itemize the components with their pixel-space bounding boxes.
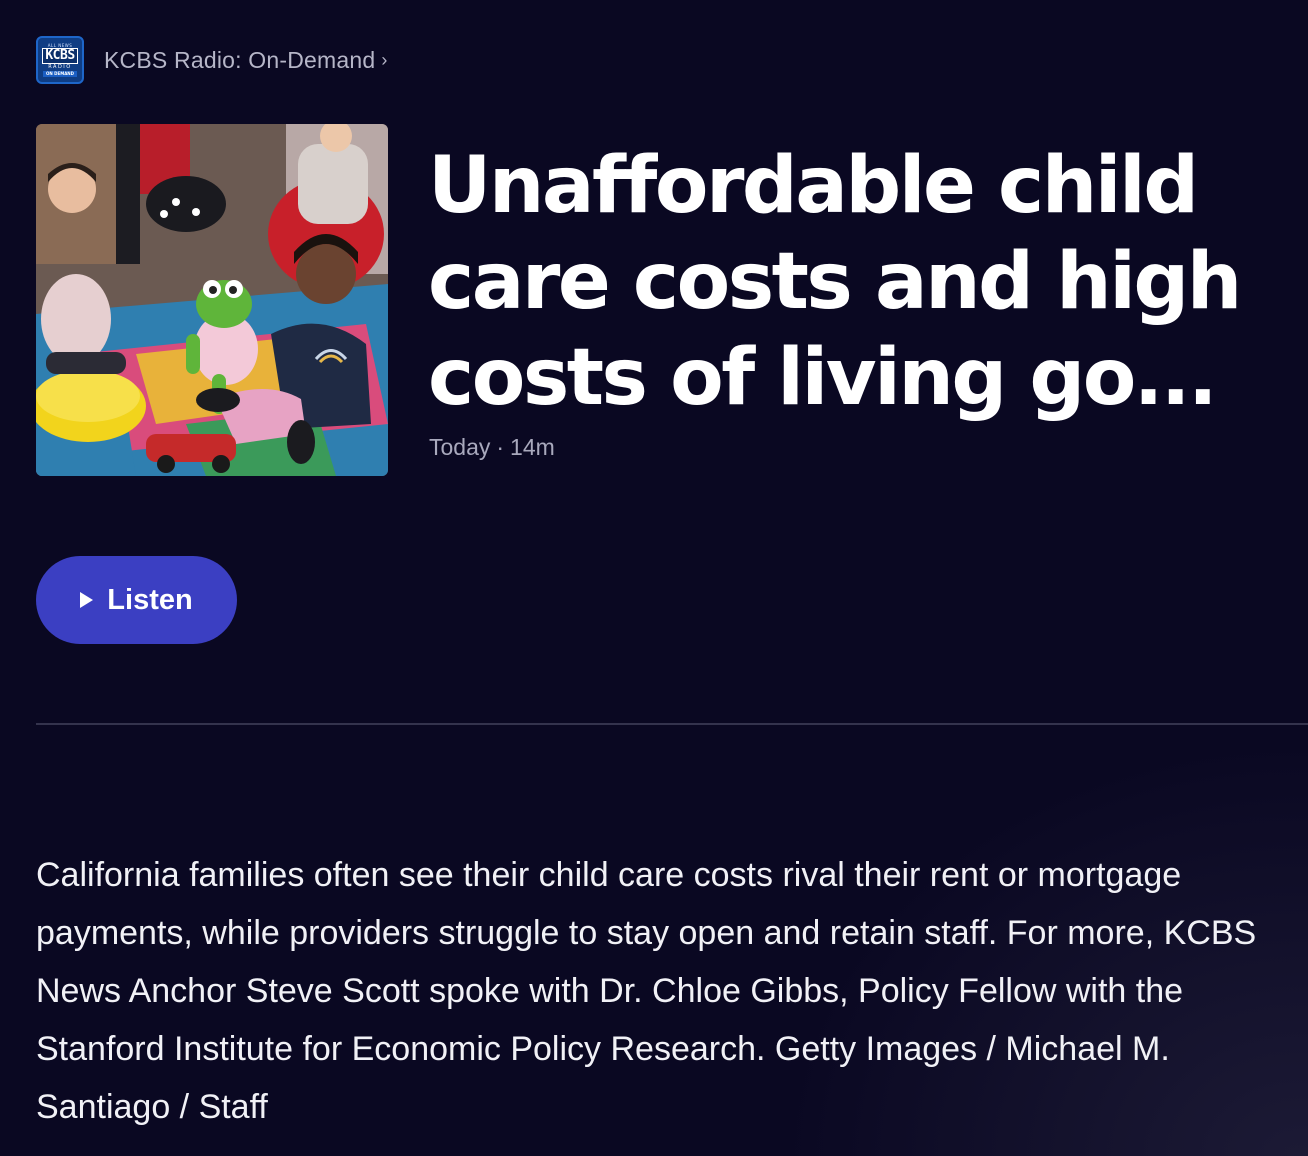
episode-duration: 14m <box>510 434 555 460</box>
episode-title: Unaffordable child care costs and high c… <box>428 141 1242 423</box>
listen-label: Listen <box>107 583 193 616</box>
section-divider <box>36 723 1308 725</box>
episode-date: Today <box>429 434 491 460</box>
episode-artwork-image <box>36 124 388 476</box>
listen-button[interactable]: Listen <box>36 556 237 644</box>
episode-description: California families often see their chil… <box>36 856 1257 1126</box>
podcast-link[interactable]: ALL NEWS KCBS RADIO ON DEMAND KCBS Radio… <box>36 36 387 84</box>
podcast-name: KCBS Radio: On-Demand <box>104 46 376 73</box>
play-icon <box>80 592 94 608</box>
episode-artwork <box>36 124 388 476</box>
logo-main-text: KCBS <box>42 48 78 64</box>
meta-separator: · <box>496 434 505 460</box>
podcast-logo: ALL NEWS KCBS RADIO ON DEMAND <box>36 36 84 84</box>
episode-meta: Today · 14m <box>429 434 555 461</box>
chevron-right-icon: › <box>381 49 388 70</box>
logo-foot-text: ON DEMAND <box>43 71 77 77</box>
logo-sub-text: RADIO <box>48 64 72 70</box>
